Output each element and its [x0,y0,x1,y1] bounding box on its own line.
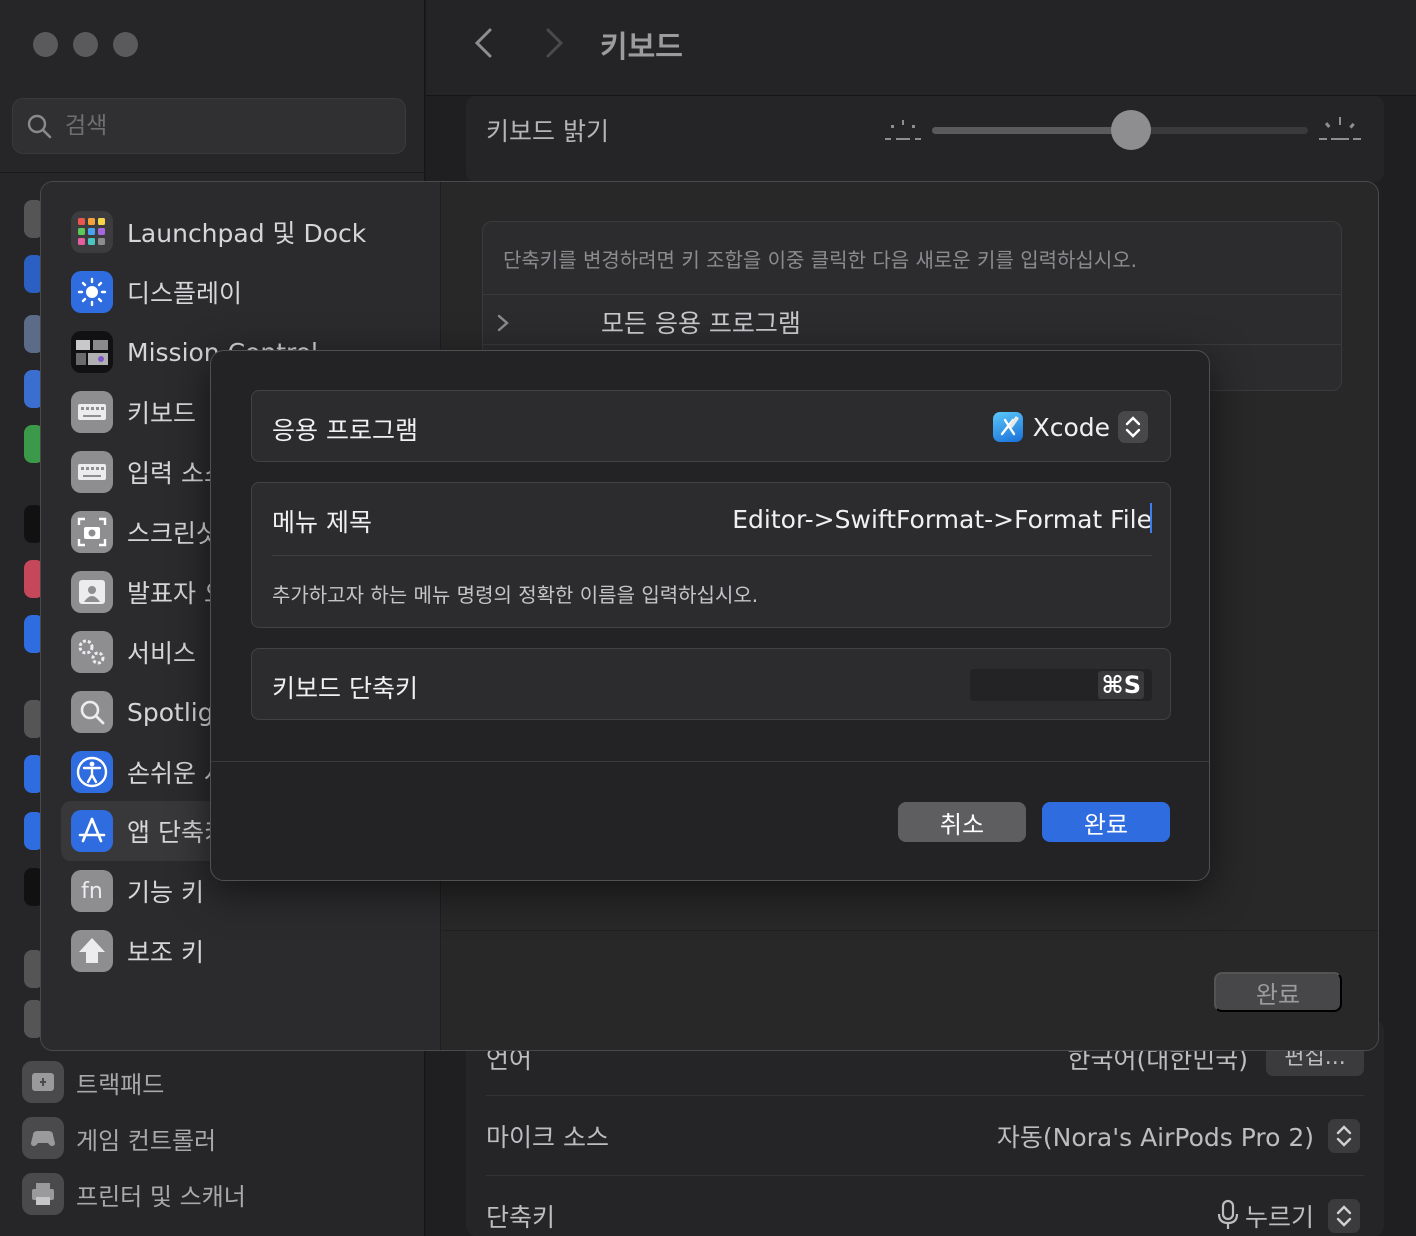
menu-title-help: 추가하고자 하는 메뉴 명령의 정확한 이름을 입력하십시오. [272,583,759,607]
sidebar-item-launchpad-dock[interactable]: Launchpad 및 Dock [71,207,366,257]
mic-source-value[interactable]: 자동(Nora's AirPods Pro 2) [997,1118,1314,1154]
keyboard-shortcut-recorder[interactable]: ⌘S [970,669,1152,701]
application-row: 응용 프로그램 Xcode [251,390,1171,462]
sidebar-item-label: 서비스 [127,639,197,668]
xcode-icon [992,412,1023,442]
mic-source-label: 마이크 소스 [486,1123,609,1152]
sidebar-item-services[interactable]: 서비스 [71,627,196,677]
fn-icon: fn [71,870,113,912]
search-input[interactable] [65,113,365,139]
text-caret [1150,503,1152,533]
shortcut-label: 단축키 [486,1203,556,1232]
close-window-button[interactable] [33,32,58,57]
list-divider [483,294,1341,295]
display-icon [71,271,113,313]
sheet-footer-divider [442,930,1378,931]
zoom-window-button[interactable] [113,32,138,57]
services-icon [71,631,113,673]
brightness-slider-knob[interactable] [1111,110,1152,150]
sidebar-item-label: 키보드 [127,399,197,428]
cancel-button[interactable]: 취소 [898,802,1026,842]
brightness-slider-fill [932,127,1132,134]
sidebar-divider [0,172,425,173]
page-title: 키보드 [600,30,683,65]
keyboard-icon [71,391,113,433]
screenshot-icon [71,511,113,553]
field-separator [272,555,1152,556]
window-controls [33,32,138,57]
sidebar-item-label: Launchpad 및 Dock [127,219,367,248]
shortcut-value[interactable]: 누르기 [1245,1198,1314,1234]
brightness-high-icon [1319,117,1361,140]
sheet-done-button[interactable]: 완료 [1214,972,1342,1012]
sidebar-item-input-sources[interactable]: 입력 소스 [71,447,227,497]
sidebar-item-game-controller[interactable]: 게임 컨트롤러 [22,1113,216,1163]
printer-icon [22,1173,64,1215]
mic-source-stepper[interactable] [1328,1119,1360,1153]
application-stepper[interactable] [1118,411,1148,443]
sidebar-item-label: 게임 컨트롤러 [76,1126,217,1155]
dialog-footer-divider [211,761,1209,762]
sidebar-item-modifier-keys[interactable]: 보조 키 [71,926,204,976]
accessibility-icon [71,751,113,793]
sidebar-item-label: 보조 키 [127,938,204,967]
forward-icon[interactable] [540,26,570,60]
sidebar-item-screenshot[interactable]: 스크린샷 [71,507,219,557]
gamepad-icon [22,1117,64,1159]
modifier-icon [71,930,113,972]
search-field[interactable] [12,98,406,154]
keyboard-shortcut-value: ⌘S [1098,671,1144,699]
mission-control-icon [71,331,113,373]
application-value: Xcode [1032,412,1110,442]
keyboard-shortcut-label: 키보드 단축키 [272,674,418,703]
sidebar-item-function-keys[interactable]: fn 기능 키 [71,866,204,916]
sidebar-item-trackpad[interactable]: 트랙패드 [22,1057,164,1107]
presenter-icon [71,571,113,613]
add-shortcut-dialog: 응용 프로그램 Xcode 메뉴 제목 추가하고자 하는 메뉴 명령의 정확한 … [210,350,1210,881]
sidebar-item-label: 스크린샷 [127,519,220,548]
sidebar-item-display[interactable]: 디스플레이 [71,267,242,317]
chevron-updown-icon [1336,1205,1352,1227]
list-item-all-apps[interactable]: 모든 응용 프로그램 [601,304,801,340]
minimize-window-button[interactable] [73,32,98,57]
row-divider [486,1175,1364,1176]
sidebar-item-printers[interactable]: 프린터 및 스캐너 [22,1169,246,1219]
sidebar-item-label: 프린터 및 스캐너 [76,1182,246,1211]
microphone-icon [1217,1199,1239,1229]
toolbar [426,0,1416,96]
application-select[interactable]: Xcode [992,411,1148,443]
search-icon [27,114,52,139]
brightness-low-icon [885,120,921,140]
menu-title-input[interactable] [552,501,1152,537]
shortcut-stepper[interactable] [1328,1199,1360,1233]
chevron-updown-icon [1336,1125,1352,1147]
chevron-right-icon[interactable] [495,312,511,334]
sidebar-item-label: 트랙패드 [76,1070,165,1099]
done-button[interactable]: 완료 [1042,802,1170,842]
app-shortcuts-icon [71,810,113,852]
spotlight-icon [71,691,113,733]
menu-title-row: 메뉴 제목 추가하고자 하는 메뉴 명령의 정확한 이름을 입력하십시오. [251,482,1171,628]
keyboard-shortcut-row: 키보드 단축키 ⌘S [251,648,1171,720]
shortcut-hint: 단축키를 변경하려면 키 조합을 이중 클릭한 다음 새로운 키를 입력하십시오… [503,248,1137,272]
menu-title-label: 메뉴 제목 [272,508,372,537]
launchpad-icon [71,211,113,253]
list-divider [483,344,1341,345]
row-divider [486,1095,1364,1096]
sidebar-item-keyboard[interactable]: 키보드 [71,387,196,437]
back-icon[interactable] [468,26,498,60]
sidebar-item-label: 기능 키 [127,878,204,907]
brightness-label: 키보드 밝기 [486,117,609,146]
trackpad-icon [22,1061,64,1103]
chevron-updown-icon [1125,416,1141,438]
application-label: 응용 프로그램 [272,416,418,445]
sidebar-item-label: 디스플레이 [127,279,243,308]
input-source-icon [71,451,113,493]
